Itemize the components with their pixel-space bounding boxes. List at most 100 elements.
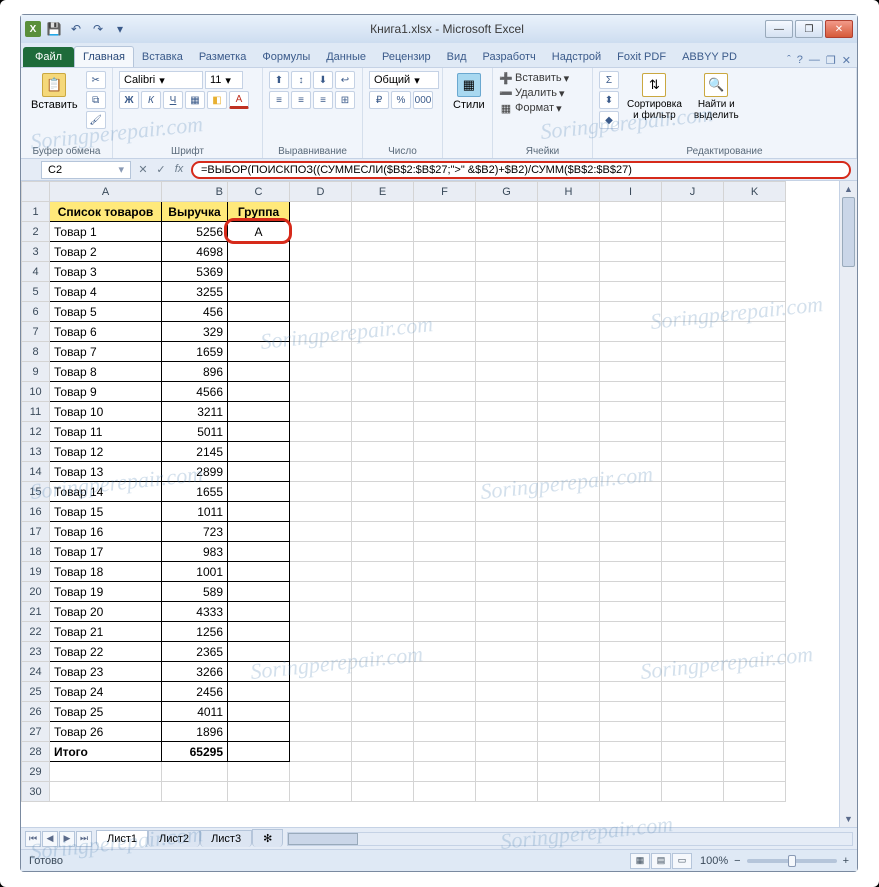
cell[interactable] [600, 462, 662, 482]
fx-icon[interactable]: fx [171, 163, 187, 176]
cell[interactable] [600, 782, 662, 802]
workbook-min-icon[interactable]: — [809, 54, 820, 67]
cell[interactable] [290, 282, 352, 302]
cell[interactable] [600, 362, 662, 382]
cell[interactable] [414, 522, 476, 542]
cell[interactable] [290, 382, 352, 402]
cell-group[interactable] [228, 362, 290, 382]
zoom-in-button[interactable]: + [843, 855, 849, 867]
cancel-formula-icon[interactable]: ✕ [135, 163, 151, 176]
cell-group[interactable] [228, 242, 290, 262]
cell[interactable] [538, 482, 600, 502]
cell[interactable] [724, 642, 786, 662]
cell[interactable] [290, 722, 352, 742]
col-header-F[interactable]: F [414, 182, 476, 202]
cell[interactable] [414, 242, 476, 262]
cell[interactable] [476, 562, 538, 582]
row-header-11[interactable]: 11 [22, 402, 50, 422]
cell-product[interactable]: Товар 10 [50, 402, 162, 422]
cell-revenue[interactable]: 329 [162, 322, 228, 342]
cell[interactable] [228, 762, 290, 782]
cell[interactable] [724, 662, 786, 682]
cell[interactable] [476, 582, 538, 602]
cell[interactable] [476, 402, 538, 422]
cell[interactable] [352, 482, 414, 502]
cell-group[interactable] [228, 482, 290, 502]
cell[interactable] [476, 222, 538, 242]
cell[interactable] [538, 362, 600, 382]
cell-revenue[interactable]: 1896 [162, 722, 228, 742]
cell[interactable] [662, 302, 724, 322]
cell[interactable] [476, 302, 538, 322]
cell[interactable] [724, 562, 786, 582]
cell[interactable] [352, 542, 414, 562]
row-header-4[interactable]: 4 [22, 262, 50, 282]
row-header-7[interactable]: 7 [22, 322, 50, 342]
col-header-C[interactable]: C [228, 182, 290, 202]
cell[interactable] [662, 362, 724, 382]
cell-revenue[interactable]: 1655 [162, 482, 228, 502]
cell[interactable] [662, 642, 724, 662]
tab-developer[interactable]: Разработч [475, 47, 544, 67]
cell-revenue[interactable]: 2365 [162, 642, 228, 662]
cell[interactable] [600, 742, 662, 762]
cell-product[interactable]: Товар 14 [50, 482, 162, 502]
cell-product[interactable]: Товар 13 [50, 462, 162, 482]
cell[interactable] [414, 562, 476, 582]
help-icon[interactable]: ? [797, 54, 803, 67]
cell[interactable] [414, 782, 476, 802]
sheet-nav-last-icon[interactable]: ⏭ [76, 831, 92, 847]
close-button[interactable]: ✕ [825, 20, 853, 38]
cell[interactable] [414, 622, 476, 642]
cell[interactable] [600, 222, 662, 242]
cell[interactable] [476, 702, 538, 722]
scroll-down-icon[interactable]: ▼ [840, 811, 857, 827]
cell[interactable] [538, 562, 600, 582]
cell[interactable] [290, 622, 352, 642]
row-header-16[interactable]: 16 [22, 502, 50, 522]
cell[interactable] [414, 302, 476, 322]
currency-icon[interactable]: ₽ [369, 91, 389, 109]
cell-product[interactable]: Товар 23 [50, 662, 162, 682]
cell[interactable] [290, 762, 352, 782]
cell[interactable] [476, 382, 538, 402]
cell-group[interactable] [228, 642, 290, 662]
row-header-20[interactable]: 20 [22, 582, 50, 602]
cell-group[interactable] [228, 442, 290, 462]
cut-icon[interactable]: ✂ [86, 71, 106, 89]
cell-group[interactable] [228, 262, 290, 282]
cell[interactable] [290, 702, 352, 722]
cell[interactable] [600, 262, 662, 282]
cell[interactable] [538, 602, 600, 622]
cell[interactable] [290, 602, 352, 622]
tab-foxit[interactable]: Foxit PDF [609, 47, 674, 67]
cell[interactable] [476, 362, 538, 382]
cell-group[interactable] [228, 382, 290, 402]
cell[interactable] [538, 782, 600, 802]
cell-group[interactable] [228, 582, 290, 602]
cell[interactable] [290, 342, 352, 362]
header-group[interactable]: Группа [228, 202, 290, 222]
cell[interactable] [352, 682, 414, 702]
cell[interactable] [476, 642, 538, 662]
cell-group[interactable]: A [228, 222, 290, 242]
cell-group[interactable] [228, 302, 290, 322]
align-bottom-icon[interactable]: ⬇ [313, 71, 333, 89]
cell[interactable] [662, 262, 724, 282]
cell[interactable] [538, 462, 600, 482]
cell[interactable] [414, 262, 476, 282]
cell[interactable] [352, 502, 414, 522]
cell-revenue[interactable]: 65295 [162, 742, 228, 762]
cell[interactable] [352, 662, 414, 682]
cell[interactable] [476, 242, 538, 262]
cell-revenue[interactable]: 2899 [162, 462, 228, 482]
cell[interactable] [538, 702, 600, 722]
cell-product[interactable]: Товар 26 [50, 722, 162, 742]
cell[interactable] [662, 702, 724, 722]
cell[interactable] [538, 422, 600, 442]
minimize-button[interactable]: — [765, 20, 793, 38]
cell[interactable] [538, 202, 600, 222]
cell-revenue[interactable]: 4011 [162, 702, 228, 722]
row-header-10[interactable]: 10 [22, 382, 50, 402]
align-left-icon[interactable]: ≡ [269, 91, 289, 109]
